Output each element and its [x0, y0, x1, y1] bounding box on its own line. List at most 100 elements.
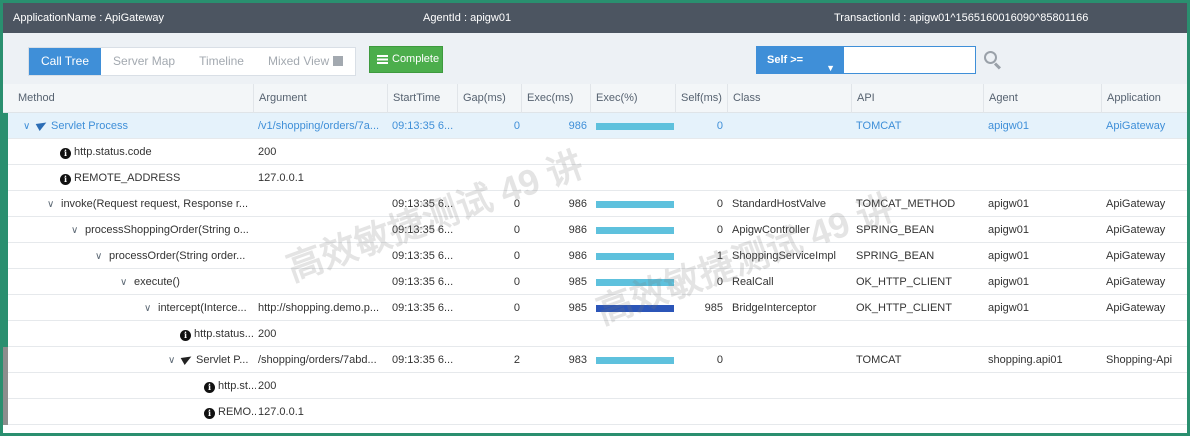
- column-header-api[interactable]: API: [851, 84, 875, 113]
- table-row[interactable]: i REMO... 127.0.0.1: [3, 399, 1187, 425]
- table-row[interactable]: ∨ Servlet Process /v1/shopping/orders/7a.…: [3, 113, 1187, 139]
- info-icon: i: [204, 382, 215, 393]
- starttime-cell: 09:13:35 6...: [392, 198, 454, 210]
- starttime-cell: 09:13:35 6...: [392, 120, 454, 132]
- table-row[interactable]: ∨ Servlet P... /shopping/orders/7abd... 0…: [3, 347, 1187, 373]
- table-row[interactable]: ∨ processShoppingOrder(String o... 09:13:…: [3, 217, 1187, 243]
- column-header-exec[interactable]: Exec(ms): [521, 84, 573, 113]
- exec-percent-bar: [596, 227, 674, 234]
- method-label: Servlet P...: [196, 354, 249, 366]
- complete-label: Complete: [392, 53, 440, 65]
- tab-call-tree[interactable]: Call Tree: [29, 48, 102, 75]
- method-label: http.status...: [194, 328, 254, 340]
- api-cell: SPRING_BEAN: [856, 224, 935, 236]
- class-cell: [732, 347, 850, 373]
- method-cell: ∨ Servlet P...: [168, 347, 254, 373]
- tab-mixed-view[interactable]: Mixed View: [256, 48, 355, 75]
- method-label: execute(): [134, 276, 180, 288]
- table-row[interactable]: i REMOTE_ADDRESS 127.0.0.1: [3, 165, 1187, 191]
- method-label: intercept(Interce...: [158, 302, 247, 314]
- chevron-down-icon[interactable]: ∨: [168, 348, 180, 373]
- application-cell: ApiGateway: [1106, 250, 1166, 262]
- table-row[interactable]: i http.st... 200: [3, 373, 1187, 399]
- class-cell: ShoppingServiceImpl: [732, 250, 836, 262]
- chevron-down-icon[interactable]: ∨: [144, 296, 156, 321]
- exec-cell: 986: [568, 250, 587, 262]
- argument-cell: 200: [258, 146, 277, 158]
- table-row[interactable]: i http.status... 200: [3, 321, 1187, 347]
- method-label: http.st...: [218, 380, 256, 392]
- column-header-agent[interactable]: Agent: [983, 84, 1018, 113]
- column-header-class[interactable]: Class: [727, 84, 761, 113]
- exec-percent-bar: [596, 253, 674, 260]
- method-label: REMOTE_ADDRESS: [74, 172, 181, 184]
- call-tree-window: ApplicationName : ApiGateway AgentId : a…: [0, 0, 1190, 436]
- toolbar: Call Tree Server Map Timeline Mixed View…: [3, 33, 1187, 84]
- column-header-argument[interactable]: Argument: [253, 84, 307, 113]
- exec-cell: 985: [568, 276, 587, 288]
- application-name: ApplicationName : ApiGateway: [13, 12, 165, 24]
- column-header-exec-pct[interactable]: Exec(%): [590, 84, 638, 113]
- chevron-down-icon[interactable]: ∨: [47, 192, 59, 217]
- self-filter-select[interactable]: Self >= ▼: [756, 46, 843, 74]
- tab-timeline[interactable]: Timeline: [187, 48, 256, 75]
- method-label: invoke(Request request, Response r...: [61, 198, 249, 210]
- self-cell: 985: [704, 302, 723, 314]
- class-cell: RealCall: [732, 276, 774, 288]
- exec-cell: 986: [568, 198, 587, 210]
- exec-cell: 983: [568, 354, 587, 366]
- tab-server-map[interactable]: Server Map: [101, 48, 187, 75]
- argument-cell: 127.0.0.1: [258, 172, 304, 184]
- column-header-gap[interactable]: Gap(ms): [457, 84, 506, 113]
- method-cell: ∨ intercept(Interce...: [144, 295, 252, 321]
- table-row[interactable]: ∨ intercept(Interce... http://shopping.de…: [3, 295, 1187, 321]
- column-header-starttime[interactable]: StartTime: [387, 84, 440, 113]
- column-header-method[interactable]: Method: [13, 84, 55, 113]
- agent-cell: apigw01: [988, 302, 1029, 314]
- self-filter-input[interactable]: [843, 46, 976, 74]
- gap-cell: 0: [513, 198, 520, 210]
- transaction-info-bar: ApplicationName : ApiGateway AgentId : a…: [3, 3, 1187, 33]
- chevron-down-icon[interactable]: ∨: [95, 244, 107, 269]
- info-icon: i: [204, 408, 215, 419]
- self-cell: 1: [716, 250, 723, 262]
- tab-label: Server Map: [113, 54, 176, 68]
- application-cell: ApiGateway: [1106, 302, 1166, 314]
- api-cell: TOMCAT: [856, 120, 902, 132]
- class-cell: ApigwController: [732, 224, 810, 236]
- search-icon[interactable]: [983, 50, 1003, 70]
- application-cell: Shopping-Api: [1106, 354, 1173, 366]
- self-cell: 0: [716, 276, 723, 288]
- exec-cell: 986: [568, 120, 587, 132]
- starttime-cell: 09:13:35 6...: [392, 354, 454, 366]
- method-cell: ∨ processOrder(String order...: [95, 243, 251, 269]
- agent-id: AgentId : apigw01: [423, 12, 512, 24]
- table-row[interactable]: i http.status.code 200: [3, 139, 1187, 165]
- chevron-down-icon[interactable]: ∨: [71, 218, 83, 243]
- chevron-down-icon[interactable]: ∨: [120, 270, 132, 295]
- column-header-self[interactable]: Self(ms): [675, 84, 722, 113]
- table-row[interactable]: ∨ invoke(Request request, Response r... 0…: [3, 191, 1187, 217]
- self-cell: 0: [716, 198, 723, 210]
- exec-percent-bar: [596, 279, 674, 286]
- exec-percent-bar: [596, 305, 674, 312]
- chevron-down-icon[interactable]: ∨: [23, 114, 35, 139]
- gap-cell: 0: [513, 276, 520, 288]
- method-label: http.status.code: [74, 146, 152, 158]
- complete-button[interactable]: Complete: [369, 46, 443, 73]
- gap-cell: 0: [513, 302, 520, 314]
- method-cell: i REMO...: [204, 399, 256, 425]
- method-cell: i http.st...: [204, 373, 256, 399]
- transaction-id: TransactionId : apigw01^1565160016090^85…: [834, 12, 1089, 24]
- column-header-application[interactable]: Application: [1101, 84, 1161, 113]
- exec-cell: 985: [568, 302, 587, 314]
- api-cell: TOMCAT_METHOD: [856, 198, 956, 210]
- method-label: Servlet Process: [51, 120, 129, 132]
- class-cell: StandardHostValve: [732, 198, 826, 210]
- tab-label: Timeline: [199, 54, 244, 68]
- argument-cell: 200: [258, 380, 277, 392]
- argument-cell: 127.0.0.1: [258, 406, 304, 418]
- method-cell: i http.status.code: [60, 139, 250, 165]
- table-row[interactable]: ∨ processOrder(String order... 09:13:35 6…: [3, 243, 1187, 269]
- table-row[interactable]: ∨ execute() 09:13:35 6... 0 985 0 RealCal…: [3, 269, 1187, 295]
